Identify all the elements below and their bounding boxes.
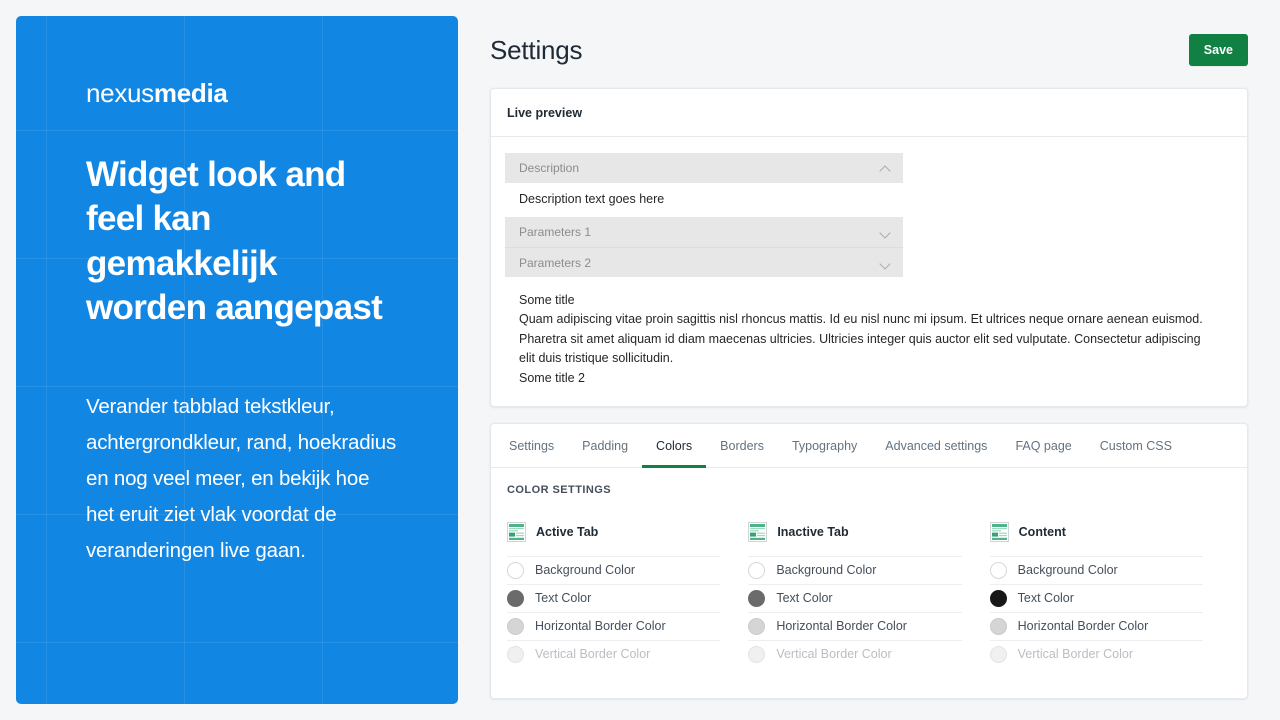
preview-some-title-2: Some title 2 xyxy=(519,370,586,385)
page-title: Settings xyxy=(490,34,583,65)
color-swatch[interactable] xyxy=(989,617,1007,635)
column-title: Inactive Tab xyxy=(777,524,849,539)
preview-some-title: Some title xyxy=(519,293,575,307)
tab-colors[interactable]: Colors xyxy=(642,424,707,468)
color-swatch[interactable] xyxy=(989,561,1007,579)
chevron-down-icon xyxy=(881,258,891,268)
option-vertical-border-color: Vertical Border Color xyxy=(507,639,721,668)
accordion-label: Description xyxy=(519,161,580,175)
live-preview-body: Description Description text goes here P… xyxy=(491,137,1247,406)
option-background-color[interactable]: Background Color xyxy=(507,555,721,584)
tab-borders[interactable]: Borders xyxy=(706,424,778,468)
color-swatch[interactable] xyxy=(507,561,524,579)
promo-headline: Widget look and feel kan gemakkelijk wor… xyxy=(86,155,383,328)
accordion-item-parameters-1[interactable]: Parameters 1 xyxy=(505,217,903,247)
layout-wireframe-icon xyxy=(748,521,768,542)
live-preview-title: Live preview xyxy=(491,89,1247,137)
color-column-active-tab: Active Tab Background Color Text Color H… xyxy=(507,521,748,668)
color-swatch xyxy=(748,645,766,663)
column-header: Inactive Tab xyxy=(748,521,961,542)
option-background-color[interactable]: Background Color xyxy=(748,555,962,584)
tab-settings[interactable]: Settings xyxy=(495,424,568,468)
tab-custom-css[interactable]: Custom CSS xyxy=(1086,424,1186,468)
chevron-up-icon xyxy=(881,163,891,173)
option-label: Text Color xyxy=(776,591,833,606)
option-text-color[interactable]: Text Color xyxy=(989,583,1203,612)
accordion-label: Parameters 2 xyxy=(519,255,592,270)
color-swatch[interactable] xyxy=(748,617,766,635)
brand-logo-bold: media xyxy=(153,78,228,108)
layout-wireframe-icon xyxy=(507,521,526,542)
accordion-label: Parameters 1 xyxy=(519,225,592,239)
option-label: Horizontal Border Color xyxy=(535,619,666,634)
option-label: Horizontal Border Color xyxy=(776,619,907,634)
color-settings-heading: COLOR SETTINGS xyxy=(507,483,612,496)
option-label: Text Color xyxy=(1017,591,1074,606)
tab-typography[interactable]: Typography xyxy=(778,424,871,468)
tab-padding[interactable]: Padding xyxy=(568,424,642,468)
option-vertical-border-color: Vertical Border Color xyxy=(748,639,962,668)
settings-card: Settings Padding Colors Borders Typograp… xyxy=(490,422,1248,699)
color-swatch xyxy=(989,645,1007,663)
preview-paragraph: Quam adipiscing vitae proin sagittis nis… xyxy=(519,312,1203,366)
color-swatch[interactable] xyxy=(989,589,1007,607)
page-header: Settings Save xyxy=(490,0,1248,88)
option-text-color[interactable]: Text Color xyxy=(507,583,721,612)
promo-panel: nexusmedia Widget look and feel kan gema… xyxy=(16,16,458,704)
preview-accordion: Description Description text goes here P… xyxy=(505,153,903,277)
column-header: Active Tab xyxy=(507,521,720,542)
accordion-item-description[interactable]: Description xyxy=(505,153,903,183)
option-vertical-border-color: Vertical Border Color xyxy=(989,639,1203,668)
color-swatch[interactable] xyxy=(507,589,524,607)
color-settings-panel: COLOR SETTINGS Active Tab Background Col… xyxy=(491,468,1247,698)
color-swatch xyxy=(507,645,524,663)
chevron-down-icon xyxy=(881,227,891,237)
color-swatch[interactable] xyxy=(748,589,766,607)
promo-body-text: Verander tabblad tekstkleur, achtergrond… xyxy=(86,394,397,563)
tab-advanced-settings[interactable]: Advanced settings xyxy=(871,424,1001,468)
option-label: Vertical Border Color xyxy=(776,647,892,662)
color-swatch[interactable] xyxy=(507,617,524,635)
color-swatch[interactable] xyxy=(748,561,766,579)
color-settings-columns: Active Tab Background Color Text Color H… xyxy=(507,521,1231,668)
column-header: Content xyxy=(989,521,1203,542)
accordion-panel-description: Description text goes here xyxy=(505,183,903,217)
option-label: Horizontal Border Color xyxy=(1017,619,1149,634)
option-label: Background Color xyxy=(535,563,636,578)
option-text-color[interactable]: Text Color xyxy=(748,583,962,612)
app-root: nexusmedia Widget look and feel kan gema… xyxy=(0,0,1280,720)
brand-logo: nexusmedia xyxy=(86,78,398,109)
option-label: Background Color xyxy=(1017,563,1118,578)
option-label: Vertical Border Color xyxy=(535,647,651,662)
save-button[interactable]: Save xyxy=(1188,34,1248,66)
accordion-item-parameters-2[interactable]: Parameters 2 xyxy=(505,247,903,277)
color-column-content: Content Background Color Text Color Hori… xyxy=(989,521,1231,668)
live-preview-card: Live preview Description Description tex… xyxy=(490,88,1248,407)
tab-faq-page[interactable]: FAQ page xyxy=(1001,424,1085,468)
option-label: Text Color xyxy=(535,591,592,606)
color-column-inactive-tab: Inactive Tab Background Color Text Color xyxy=(748,521,989,668)
option-background-color[interactable]: Background Color xyxy=(989,555,1203,584)
main-content: Settings Save Live preview Description D… xyxy=(458,0,1280,720)
column-title: Active Tab xyxy=(536,524,599,539)
brand-logo-light: nexus xyxy=(86,78,154,108)
option-horizontal-border-color[interactable]: Horizontal Border Color xyxy=(507,611,721,640)
option-label: Background Color xyxy=(776,563,877,578)
option-label: Vertical Border Color xyxy=(1017,647,1133,662)
column-title: Content xyxy=(1018,524,1066,539)
layout-wireframe-icon xyxy=(989,521,1009,542)
settings-tabs: Settings Padding Colors Borders Typograp… xyxy=(491,424,1247,468)
preview-copy-block: Some title Quam adipiscing vitae proin s… xyxy=(505,277,1231,390)
option-horizontal-border-color[interactable]: Horizontal Border Color xyxy=(989,611,1203,640)
option-horizontal-border-color[interactable]: Horizontal Border Color xyxy=(748,611,962,640)
